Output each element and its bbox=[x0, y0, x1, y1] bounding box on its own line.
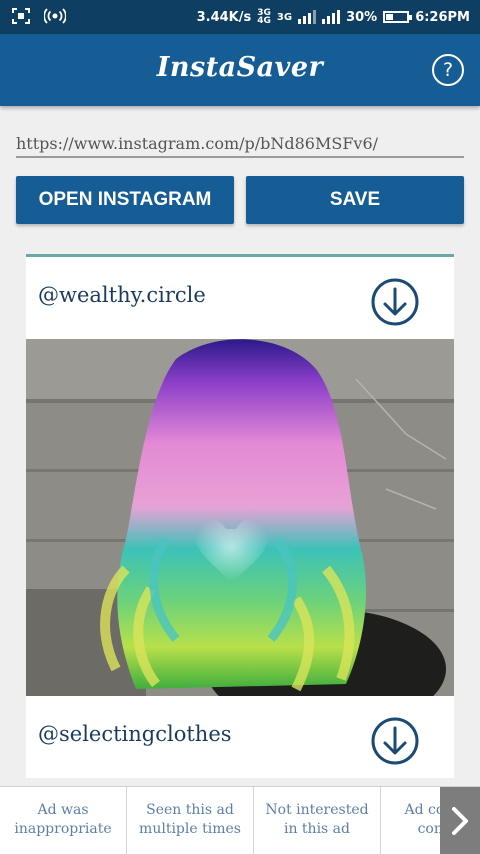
ad-feedback-inappropriate[interactable]: Ad was inappropriate bbox=[0, 787, 127, 854]
data-arrows-icon: 3G 4G bbox=[257, 8, 271, 26]
ad-feedback-next-button[interactable] bbox=[440, 787, 480, 854]
hotspot-icon bbox=[43, 8, 67, 28]
signal-icon bbox=[298, 10, 317, 24]
ad-feedback-not-interested[interactable]: Not interested in this ad bbox=[254, 787, 381, 854]
signal-icon-2 bbox=[322, 10, 341, 24]
post-username: @selectingclothes bbox=[38, 722, 232, 746]
screenshot-icon bbox=[12, 8, 30, 28]
network-speed: 3.44K/s bbox=[196, 9, 252, 25]
help-button[interactable]: ? bbox=[432, 54, 464, 86]
post-header: @selectingclothes bbox=[26, 696, 454, 778]
rainbow-hair-photo bbox=[26, 339, 454, 696]
post-header: @wealthy.circle bbox=[26, 257, 454, 339]
save-button[interactable]: SAVE bbox=[246, 176, 464, 224]
battery-icon bbox=[383, 11, 413, 23]
battery-percent: 30% bbox=[346, 9, 378, 25]
post-image[interactable] bbox=[26, 339, 454, 696]
network-type: 3G bbox=[276, 11, 293, 23]
ad-feedback-seen-multiple[interactable]: Seen this ad multiple times bbox=[127, 787, 254, 854]
download-icon[interactable] bbox=[370, 277, 420, 327]
app-title: InstaSaver bbox=[156, 52, 324, 83]
status-bar: 3.44K/s 3G 4G 3G 30% 6:26PM bbox=[0, 0, 480, 34]
clock: 6:26PM bbox=[415, 9, 470, 25]
open-instagram-button[interactable]: OPEN INSTAGRAM bbox=[16, 176, 234, 224]
app-bar: InstaSaver ? bbox=[0, 34, 480, 106]
url-input[interactable] bbox=[16, 130, 464, 158]
download-icon[interactable] bbox=[370, 716, 420, 766]
ad-feedback-bar: Ad was inappropriate Seen this ad multip… bbox=[0, 786, 480, 854]
chevron-right-icon bbox=[452, 807, 468, 835]
post-username: @wealthy.circle bbox=[38, 283, 206, 307]
